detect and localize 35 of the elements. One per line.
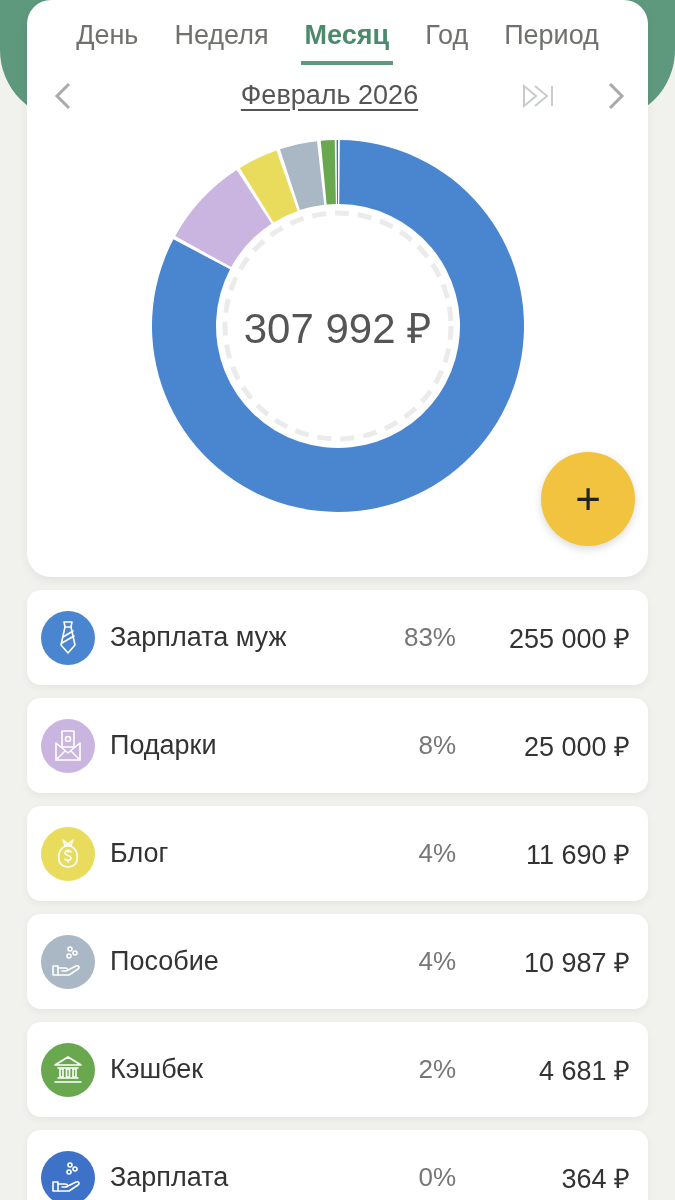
category-amount: 25 000 ₽ <box>522 731 630 764</box>
category-row[interactable]: Зарплата муж 83% 255 000 ₽ <box>27 590 648 685</box>
add-button[interactable]: + <box>541 452 635 546</box>
period-tab[interactable]: Период <box>500 18 603 65</box>
skip-forward-icon[interactable] <box>522 83 556 108</box>
category-percent: 2% <box>417 1054 456 1085</box>
category-percent: 4% <box>417 838 456 869</box>
category-percent: 83% <box>402 622 456 653</box>
category-row[interactable]: Кэшбек 2% 4 681 ₽ <box>27 1022 648 1117</box>
category-row[interactable]: Подарки 8% 25 000 ₽ <box>27 698 648 793</box>
category-percent: 0% <box>417 1162 456 1193</box>
category-row[interactable]: Блог 4% 11 690 ₽ <box>27 806 648 901</box>
period-tab[interactable]: День <box>72 18 143 65</box>
period-tab[interactable]: Год <box>421 18 473 65</box>
category-row[interactable]: Пособие 4% 10 987 ₽ <box>27 914 648 1009</box>
category-row[interactable]: Зарплата 0% 364 ₽ <box>27 1130 648 1200</box>
category-name: Зарплата <box>110 1162 230 1193</box>
total-amount: 307 992 ₽ <box>242 303 433 354</box>
category-name: Блог <box>110 838 170 869</box>
category-percent: 8% <box>417 730 456 761</box>
chevron-left-icon[interactable] <box>53 80 73 111</box>
period-link[interactable]: Февраль 2026 <box>73 79 522 112</box>
category-amount: 10 987 ₽ <box>522 947 630 980</box>
category-name: Кэшбек <box>110 1054 205 1085</box>
category-percent: 4% <box>417 946 456 977</box>
category-name: Пособие <box>110 946 220 977</box>
category-name: Подарки <box>110 730 218 761</box>
chevron-right-icon[interactable] <box>606 80 626 111</box>
period-tab[interactable]: Неделя <box>170 18 273 65</box>
period-tab[interactable]: Месяц <box>300 18 394 65</box>
category-amount: 11 690 ₽ <box>524 839 630 872</box>
category-amount: 255 000 ₽ <box>507 623 630 656</box>
category-amount: 4 681 ₽ <box>537 1055 630 1088</box>
category-amount: 364 ₽ <box>560 1163 630 1196</box>
category-name: Зарплата муж <box>110 622 288 653</box>
